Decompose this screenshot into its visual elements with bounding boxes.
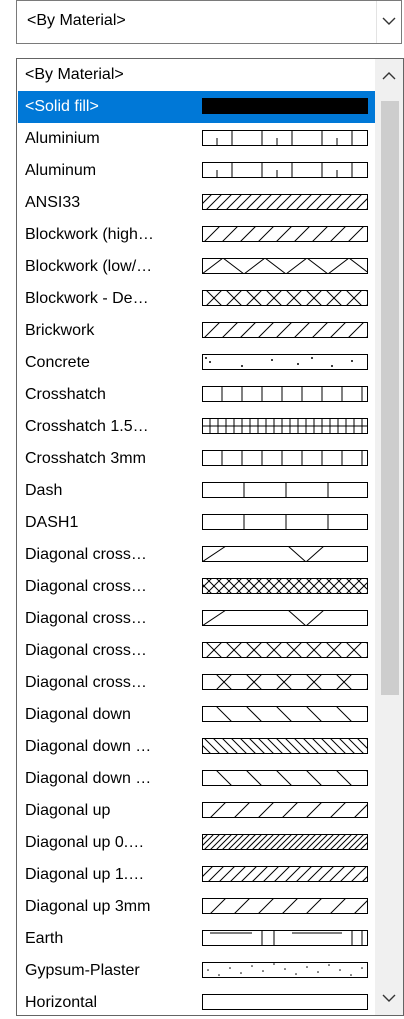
- hatch-pattern-swatch: [202, 514, 370, 532]
- list-item-label: Diagonal up: [25, 802, 111, 819]
- hatch-pattern-swatch: [202, 898, 370, 916]
- hatch-pattern-swatch: [202, 290, 370, 308]
- combobox-dropdown-button[interactable]: [376, 1, 401, 43]
- scrollbar-thumb[interactable]: [381, 101, 399, 695]
- list-item[interactable]: Earth: [18, 923, 374, 955]
- list-item-label: Diagonal up 1.…: [25, 866, 145, 883]
- chevron-down-icon: [382, 17, 396, 25]
- hatch-pattern-swatch: [202, 546, 370, 564]
- list-item[interactable]: Diagonal down: [18, 699, 374, 731]
- list-item-label: Diagonal cross…: [25, 610, 147, 627]
- hatch-pattern-swatch: [202, 98, 370, 116]
- hatch-pattern-swatch: [202, 962, 370, 980]
- list-item-label: Aluminium: [25, 130, 100, 147]
- hatch-pattern-swatch: [202, 770, 370, 788]
- list-item[interactable]: Diagonal up 3mm: [18, 891, 374, 923]
- list-item-label: Crosshatch: [25, 386, 106, 403]
- list-item-label: Diagonal down …: [25, 738, 152, 755]
- hatch-pattern-swatch: [202, 802, 370, 820]
- hatch-pattern-swatch: [202, 130, 370, 148]
- hatch-pattern-swatch: [202, 738, 370, 756]
- combobox-value: <By Material>: [27, 12, 126, 29]
- list-item[interactable]: Dash: [18, 475, 374, 507]
- list-item[interactable]: Aluminum: [18, 155, 374, 187]
- list-item[interactable]: <Solid fill>: [18, 91, 376, 123]
- list-item-label: Blockwork - De…: [25, 290, 149, 307]
- list-item[interactable]: Aluminium: [18, 123, 374, 155]
- list-item-label: Dash: [25, 482, 63, 499]
- list-item-label: Diagonal cross…: [25, 578, 147, 595]
- hatch-pattern-swatch: [202, 418, 370, 436]
- list-item-label: Diagonal up 0.…: [25, 834, 145, 851]
- hatch-pattern-swatch: [202, 162, 370, 180]
- list-item[interactable]: Brickwork: [18, 315, 374, 347]
- list-item[interactable]: Diagonal cross…: [18, 571, 374, 603]
- list-item-label: Diagonal cross…: [25, 642, 147, 659]
- hatch-pattern-swatch: [202, 834, 370, 852]
- list-item-label: ANSI33: [25, 194, 81, 211]
- hatch-pattern-swatch: [202, 866, 370, 884]
- hatch-pattern-swatch: [202, 642, 370, 660]
- list-item-label: Blockwork (low/…: [25, 258, 153, 275]
- list-item[interactable]: ANSI33: [18, 187, 374, 219]
- list-item-label: Diagonal cross…: [25, 674, 147, 691]
- list-item-label: Earth: [25, 930, 64, 947]
- hatch-pattern-swatch: [202, 194, 370, 212]
- list-item-label: Horizontal: [25, 994, 98, 1011]
- list-item-label: Brickwork: [25, 322, 95, 339]
- list-item-label: Gypsum-Plaster: [25, 962, 140, 979]
- hatch-pattern-swatch: [202, 322, 370, 340]
- list-item[interactable]: <By Material>: [18, 59, 374, 91]
- list-item[interactable]: Diagonal cross…: [18, 667, 374, 699]
- list-item[interactable]: Diagonal down …: [18, 763, 374, 795]
- hatch-pattern-swatch: [202, 706, 370, 724]
- hatch-pattern-swatch: [202, 610, 370, 628]
- hatch-pattern-swatch: [202, 226, 370, 244]
- vertical-scrollbar[interactable]: [375, 59, 403, 1015]
- list-item[interactable]: Gypsum-Plaster: [18, 955, 374, 987]
- list-item[interactable]: Crosshatch 1.5…: [18, 411, 374, 443]
- list-item-label: Concrete: [25, 354, 90, 371]
- list-item[interactable]: Diagonal up: [18, 795, 374, 827]
- chevron-up-icon[interactable]: [382, 71, 396, 81]
- list-item-label: Crosshatch 1.5…: [25, 418, 149, 435]
- list-item-label: Crosshatch 3mm: [25, 450, 146, 467]
- hatch-pattern-swatch: [202, 354, 370, 372]
- list-item[interactable]: Diagonal up 0.…: [18, 827, 374, 859]
- list-item-label: Diagonal cross…: [25, 546, 147, 563]
- list-item[interactable]: Concrete: [18, 347, 374, 379]
- list-item[interactable]: Crosshatch 3mm: [18, 443, 374, 475]
- list-item[interactable]: DASH1: [18, 507, 374, 539]
- list-item-label: <By Material>: [25, 66, 124, 83]
- list-item[interactable]: Diagonal up 1.…: [18, 859, 374, 891]
- pattern-list: <By Material> <Solid fill> Aluminium Alumin…: [18, 59, 376, 1015]
- list-item[interactable]: Horizontal: [18, 987, 374, 1019]
- hatch-pattern-swatch: [202, 674, 370, 692]
- hatch-pattern-swatch: [202, 450, 370, 468]
- list-item[interactable]: Diagonal cross…: [18, 635, 374, 667]
- list-item-label: <Solid fill>: [25, 98, 99, 115]
- hatch-pattern-swatch: [202, 578, 370, 596]
- hatch-pattern-swatch: [202, 482, 370, 500]
- list-item[interactable]: Blockwork (low/…: [18, 251, 374, 283]
- hatch-pattern-swatch: [202, 930, 370, 948]
- list-item[interactable]: Blockwork (high…: [18, 219, 374, 251]
- list-item-label: Diagonal down …: [25, 770, 152, 787]
- list-item[interactable]: Diagonal cross…: [18, 603, 374, 635]
- list-item-label: Blockwork (high…: [25, 226, 154, 243]
- list-item[interactable]: Diagonal down …: [18, 731, 374, 763]
- list-item-label: Aluminum: [25, 162, 97, 179]
- hatch-pattern-swatch: [202, 994, 370, 1012]
- list-item[interactable]: Blockwork - De…: [18, 283, 374, 315]
- list-item-label: Diagonal down: [25, 706, 131, 723]
- list-item-label: DASH1: [25, 514, 79, 531]
- material-combobox[interactable]: <By Material>: [16, 0, 402, 44]
- hatch-pattern-swatch: [202, 386, 370, 404]
- list-item[interactable]: Crosshatch: [18, 379, 374, 411]
- hatch-pattern-swatch: [202, 258, 370, 276]
- dropdown-list-panel: <By Material> <Solid fill> Aluminium Alumin…: [16, 58, 404, 1016]
- list-item-label: Diagonal up 3mm: [25, 898, 151, 915]
- list-item[interactable]: Diagonal cross…: [18, 539, 374, 571]
- chevron-down-icon[interactable]: [382, 993, 396, 1003]
